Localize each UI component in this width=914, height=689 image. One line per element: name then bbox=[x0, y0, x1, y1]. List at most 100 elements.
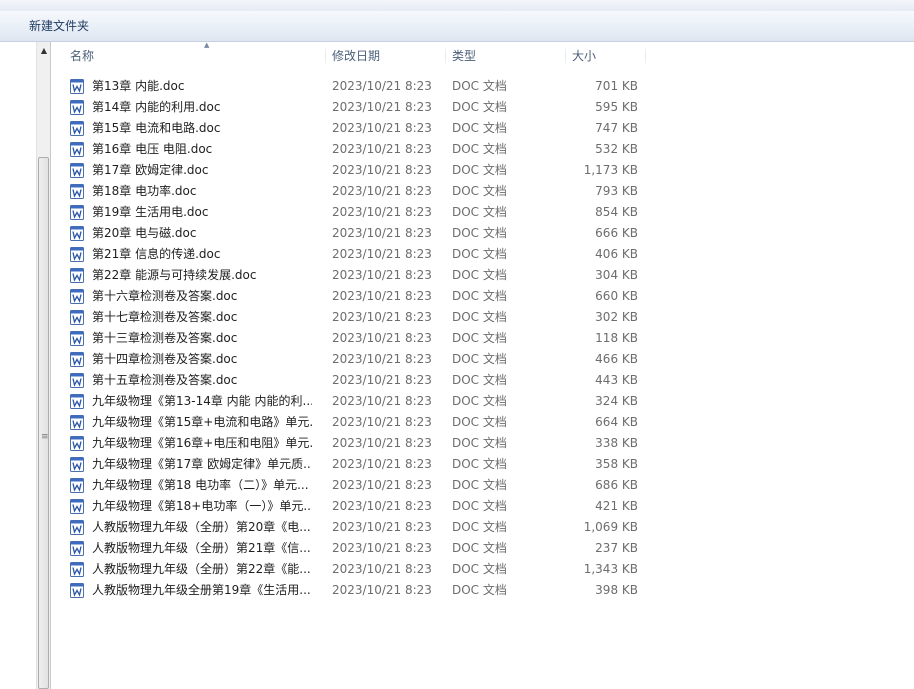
file-type: DOC 文档 bbox=[452, 310, 507, 324]
column-divider[interactable] bbox=[645, 44, 646, 68]
new-folder-button[interactable]: 新建文件夹 bbox=[23, 16, 95, 36]
file-name: 九年级物理《第13-14章 内能 内能的利... bbox=[92, 394, 312, 408]
file-size: 302 KB bbox=[595, 310, 638, 324]
scroll-thumb[interactable]: ≡ bbox=[38, 157, 49, 689]
file-type: DOC 文档 bbox=[452, 541, 507, 555]
file-size: 793 KB bbox=[595, 184, 638, 198]
file-row[interactable]: 第17章 欧姆定律.doc 2023/10/21 8:23 DOC 文档 1,1… bbox=[68, 160, 648, 181]
file-row[interactable]: 人教版物理九年级（全册）第20章《电... 2023/10/21 8:23 DO… bbox=[68, 517, 648, 538]
file-size: 1,069 KB bbox=[583, 520, 638, 534]
file-name: 第20章 电与磁.doc bbox=[92, 226, 197, 240]
file-name: 九年级物理《第18 电功率（二）》单元... bbox=[92, 478, 309, 492]
word-document-icon bbox=[70, 79, 84, 94]
file-type: DOC 文档 bbox=[452, 499, 507, 513]
file-modified-date: 2023/10/21 8:23 bbox=[332, 457, 432, 471]
file-size: 421 KB bbox=[595, 499, 638, 513]
file-row[interactable]: 第十五章检测卷及答案.doc 2023/10/21 8:23 DOC 文档 44… bbox=[68, 370, 648, 391]
file-name: 第22章 能源与可持续发展.doc bbox=[92, 268, 257, 282]
file-row[interactable]: 第十四章检测卷及答案.doc 2023/10/21 8:23 DOC 文档 46… bbox=[68, 349, 648, 370]
file-type: DOC 文档 bbox=[452, 268, 507, 282]
file-size: 358 KB bbox=[595, 457, 638, 471]
file-modified-date: 2023/10/21 8:23 bbox=[332, 163, 432, 177]
file-size: 1,343 KB bbox=[583, 562, 638, 576]
file-type: DOC 文档 bbox=[452, 142, 507, 156]
file-size: 338 KB bbox=[595, 436, 638, 450]
file-row[interactable]: 第22章 能源与可持续发展.doc 2023/10/21 8:23 DOC 文档… bbox=[68, 265, 648, 286]
file-type: DOC 文档 bbox=[452, 79, 507, 93]
file-modified-date: 2023/10/21 8:23 bbox=[332, 268, 432, 282]
column-header-name[interactable]: ▲ 名称 bbox=[64, 41, 326, 71]
file-size: 466 KB bbox=[595, 352, 638, 366]
column-header-date[interactable]: 修改日期 bbox=[326, 42, 446, 71]
file-name: 九年级物理《第18+电功率（一）》单元... bbox=[92, 499, 312, 513]
file-row[interactable]: 九年级物理《第18+电功率（一）》单元... 2023/10/21 8:23 D… bbox=[68, 496, 648, 517]
file-row[interactable]: 第19章 生活用电.doc 2023/10/21 8:23 DOC 文档 854… bbox=[68, 202, 648, 223]
command-bar: 新建文件夹 bbox=[0, 11, 914, 42]
file-row[interactable]: 人教版物理九年级（全册）第21章《信... 2023/10/21 8:23 DO… bbox=[68, 538, 648, 559]
file-name: 人教版物理九年级全册第19章《生活用... bbox=[92, 583, 311, 597]
file-modified-date: 2023/10/21 8:23 bbox=[332, 436, 432, 450]
word-document-icon bbox=[70, 247, 84, 262]
file-name: 第十七章检测卷及答案.doc bbox=[92, 310, 238, 324]
word-document-icon bbox=[70, 415, 84, 430]
file-row[interactable]: 第15章 电流和电路.doc 2023/10/21 8:23 DOC 文档 74… bbox=[68, 118, 648, 139]
file-size: 666 KB bbox=[595, 226, 638, 240]
file-row[interactable]: 第14章 内能的利用.doc 2023/10/21 8:23 DOC 文档 59… bbox=[68, 97, 648, 118]
file-modified-date: 2023/10/21 8:23 bbox=[332, 583, 432, 597]
file-row[interactable]: 第13章 内能.doc 2023/10/21 8:23 DOC 文档 701 K… bbox=[68, 76, 648, 97]
file-row[interactable]: 九年级物理《第17章 欧姆定律》单元质... 2023/10/21 8:23 D… bbox=[68, 454, 648, 475]
file-row[interactable]: 九年级物理《第16章+电压和电阻》单元... 2023/10/21 8:23 D… bbox=[68, 433, 648, 454]
file-row[interactable]: 人教版物理九年级（全册）第22章《能... 2023/10/21 8:23 DO… bbox=[68, 559, 648, 580]
word-document-icon bbox=[70, 478, 84, 493]
file-modified-date: 2023/10/21 8:23 bbox=[332, 478, 432, 492]
file-name: 九年级物理《第17章 欧姆定律》单元质... bbox=[92, 457, 312, 471]
nav-pane-scrollbar[interactable]: ▲ ≡ bbox=[36, 42, 51, 689]
word-document-icon bbox=[70, 268, 84, 283]
file-row[interactable]: 九年级物理《第13-14章 内能 内能的利... 2023/10/21 8:23… bbox=[68, 391, 648, 412]
file-modified-date: 2023/10/21 8:23 bbox=[332, 289, 432, 303]
file-size: 664 KB bbox=[595, 415, 638, 429]
file-row[interactable]: 第十七章检测卷及答案.doc 2023/10/21 8:23 DOC 文档 30… bbox=[68, 307, 648, 328]
sort-ascending-icon: ▲ bbox=[204, 41, 210, 49]
word-document-icon bbox=[70, 331, 84, 346]
file-type: DOC 文档 bbox=[452, 436, 507, 450]
file-type: DOC 文档 bbox=[452, 394, 507, 408]
column-header-type[interactable]: 类型 bbox=[446, 42, 566, 71]
file-modified-date: 2023/10/21 8:23 bbox=[332, 205, 432, 219]
scroll-up-arrow-icon[interactable]: ▲ bbox=[37, 42, 51, 59]
file-type: DOC 文档 bbox=[452, 184, 507, 198]
file-type: DOC 文档 bbox=[452, 478, 507, 492]
column-header-bar: ▲ 名称 修改日期 类型 大小 bbox=[51, 41, 914, 71]
file-row[interactable]: 第十三章检测卷及答案.doc 2023/10/21 8:23 DOC 文档 11… bbox=[68, 328, 648, 349]
column-header-size[interactable]: 大小 bbox=[566, 42, 646, 71]
file-row[interactable]: 九年级物理《第18 电功率（二）》单元... 2023/10/21 8:23 D… bbox=[68, 475, 648, 496]
file-row[interactable]: 第21章 信息的传递.doc 2023/10/21 8:23 DOC 文档 40… bbox=[68, 244, 648, 265]
file-modified-date: 2023/10/21 8:23 bbox=[332, 373, 432, 387]
file-name: 第十六章检测卷及答案.doc bbox=[92, 289, 238, 303]
file-name: 九年级物理《第15章+电流和电路》单元... bbox=[92, 415, 312, 429]
file-row[interactable]: 九年级物理《第15章+电流和电路》单元... 2023/10/21 8:23 D… bbox=[68, 412, 648, 433]
file-row[interactable]: 第18章 电功率.doc 2023/10/21 8:23 DOC 文档 793 … bbox=[68, 181, 648, 202]
file-row[interactable]: 第20章 电与磁.doc 2023/10/21 8:23 DOC 文档 666 … bbox=[68, 223, 648, 244]
file-size: 324 KB bbox=[595, 394, 638, 408]
file-modified-date: 2023/10/21 8:23 bbox=[332, 415, 432, 429]
word-document-icon bbox=[70, 520, 84, 535]
file-modified-date: 2023/10/21 8:23 bbox=[332, 100, 432, 114]
file-name: 第十五章检测卷及答案.doc bbox=[92, 373, 238, 387]
file-size: 443 KB bbox=[595, 373, 638, 387]
file-type: DOC 文档 bbox=[452, 100, 507, 114]
file-type: DOC 文档 bbox=[452, 331, 507, 345]
file-size: 237 KB bbox=[595, 541, 638, 555]
file-modified-date: 2023/10/21 8:23 bbox=[332, 226, 432, 240]
file-type: DOC 文档 bbox=[452, 562, 507, 576]
file-type: DOC 文档 bbox=[452, 226, 507, 240]
word-document-icon bbox=[70, 310, 84, 325]
file-row[interactable]: 第16章 电压 电阻.doc 2023/10/21 8:23 DOC 文档 53… bbox=[68, 139, 648, 160]
file-modified-date: 2023/10/21 8:23 bbox=[332, 121, 432, 135]
file-type: DOC 文档 bbox=[452, 289, 507, 303]
file-row[interactable]: 第十六章检测卷及答案.doc 2023/10/21 8:23 DOC 文档 66… bbox=[68, 286, 648, 307]
file-modified-date: 2023/10/21 8:23 bbox=[332, 331, 432, 345]
file-row[interactable]: 人教版物理九年级全册第19章《生活用... 2023/10/21 8:23 DO… bbox=[68, 580, 648, 601]
file-size: 660 KB bbox=[595, 289, 638, 303]
file-modified-date: 2023/10/21 8:23 bbox=[332, 142, 432, 156]
